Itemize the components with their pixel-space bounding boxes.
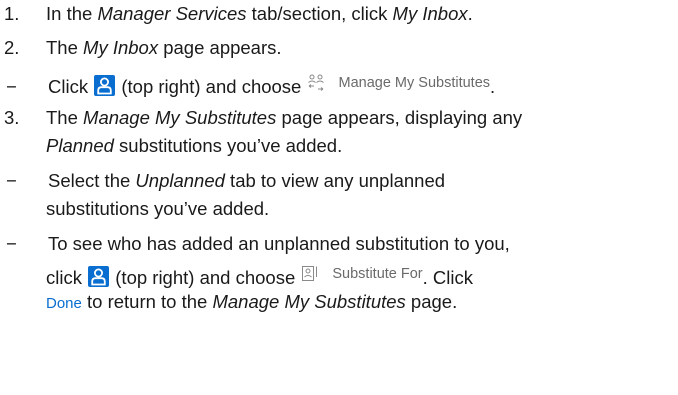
step-text: The My Inbox page appears.	[46, 37, 282, 58]
manage-my-substitutes-ref: Manage My Substitutes	[212, 291, 406, 312]
person-icon	[88, 266, 110, 287]
substitute-for-menu-item: Substitute For	[300, 262, 423, 286]
bullet-unplanned-tab: − Select the Unplanned tab to view any u…	[0, 169, 445, 193]
done-link: Done	[46, 295, 82, 312]
manage-my-substitutes-menu-item: Manage My Substitutes	[306, 71, 490, 95]
step-marker: 1.	[4, 3, 20, 24]
bullet-manage-substitutes: − Click (top right) and choose Manage My…	[0, 71, 495, 99]
unplanned-ref: Unplanned	[135, 170, 225, 191]
my-inbox-ref: My Inbox	[83, 37, 159, 58]
step-1: 1. In the Manager Services tab/section, …	[0, 2, 473, 26]
person-icon	[94, 75, 116, 96]
planned-ref: Planned	[46, 135, 114, 156]
step-text: The Manage My Substitutes page appears, …	[46, 107, 523, 128]
step-text: In the Manager Services tab/section, cli…	[46, 3, 473, 24]
substitutes-icon	[308, 74, 325, 91]
step-marker: 3.	[4, 107, 20, 128]
bullet-substitute-for-line3: Done to return to the Manage My Substitu…	[46, 291, 458, 312]
bullet-marker: −	[6, 76, 17, 97]
step-3: 3. The Manage My Substitutes page appear…	[0, 106, 522, 130]
manage-my-substitutes-ref: Manage My Substitutes	[83, 107, 277, 128]
bullet-substitute-for: − To see who has added an unplanned subs…	[0, 232, 510, 256]
step-3-continued: Planned substitutions you’ve added.	[46, 135, 343, 156]
manager-services-ref: Manager Services	[97, 3, 247, 24]
instructions-document: 1. In the Manager Services tab/section, …	[0, 0, 678, 395]
step-marker: 2.	[4, 37, 20, 58]
bullet-unplanned-continued: substitutions you’ve added.	[46, 198, 270, 219]
substitute-for-icon	[302, 266, 318, 281]
step-text: Select the Unplanned tab to view any unp…	[48, 170, 446, 191]
bullet-substitute-for-line2: click (top right) and choose Substitute …	[46, 262, 473, 290]
step-text: To see who has added an unplanned substi…	[48, 233, 510, 254]
step-2: 2. The My Inbox page appears.	[0, 36, 282, 60]
bullet-marker: −	[6, 233, 17, 254]
step-text: Click (top right) and choose Manage My S…	[48, 71, 495, 99]
bullet-marker: −	[6, 170, 17, 191]
my-inbox-ref: My Inbox	[392, 3, 468, 24]
